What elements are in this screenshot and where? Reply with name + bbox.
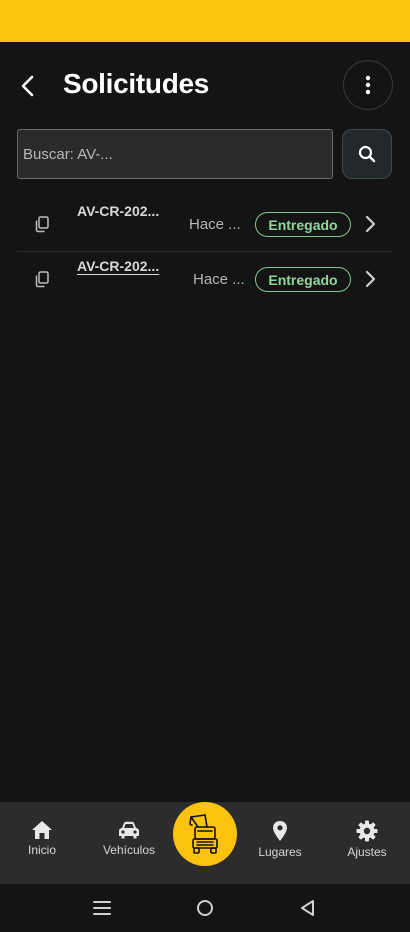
search-button[interactable] [342,129,392,179]
status-badge: Entregado [255,267,351,292]
nav-item-lugares[interactable]: Lugares [240,820,320,859]
request-row[interactable]: AV-CR-202... Hace ... Entregado [17,252,393,307]
search-input[interactable] [17,129,333,179]
home-circle-icon[interactable] [194,898,216,918]
chevron-right-icon [365,215,376,233]
copy-icon[interactable] [33,215,51,233]
chevron-right-icon [365,270,376,288]
arrow-left-icon [21,75,34,97]
back-button[interactable] [12,70,44,102]
system-back-icon[interactable] [297,898,319,918]
copy-icon[interactable] [33,270,51,288]
nav-item-inicio[interactable]: Inicio [2,820,82,857]
tow-truck-icon [189,814,218,854]
request-time: Hace ... [193,271,245,288]
nav-item-vehiculos[interactable]: Vehículos [89,820,169,857]
nav-label-vehiculos: Vehículos [102,843,156,857]
requests-list: AV-CR-202... Hace ... Entregado AV-CR-20… [17,197,393,307]
status-badge: Entregado [255,212,351,237]
tow-request-button[interactable] [173,802,237,866]
app-header: Solicitudes [0,42,410,128]
more-options-button[interactable] [343,60,393,110]
recent-apps-icon[interactable] [91,898,113,918]
more-vertical-icon [365,75,371,95]
nav-label-inicio: Inicio [27,843,56,857]
system-navigation-bar [0,884,410,932]
request-id[interactable]: AV-CR-202... [77,258,159,274]
nav-label-lugares: Lugares [258,845,302,859]
car-icon [119,821,139,839]
status-bar [0,0,410,42]
request-time: Hace ... [189,216,241,233]
gear-icon [356,820,378,842]
page-title: Solicitudes [63,68,210,99]
map-pin-icon [273,821,287,841]
home-icon [32,821,52,839]
request-row[interactable]: AV-CR-202... Hace ... Entregado [17,197,393,252]
request-id: AV-CR-202... [77,203,160,219]
search-icon [358,145,376,163]
nav-label-ajustes: Ajustes [347,845,387,859]
nav-item-ajustes[interactable]: Ajustes [327,820,407,859]
